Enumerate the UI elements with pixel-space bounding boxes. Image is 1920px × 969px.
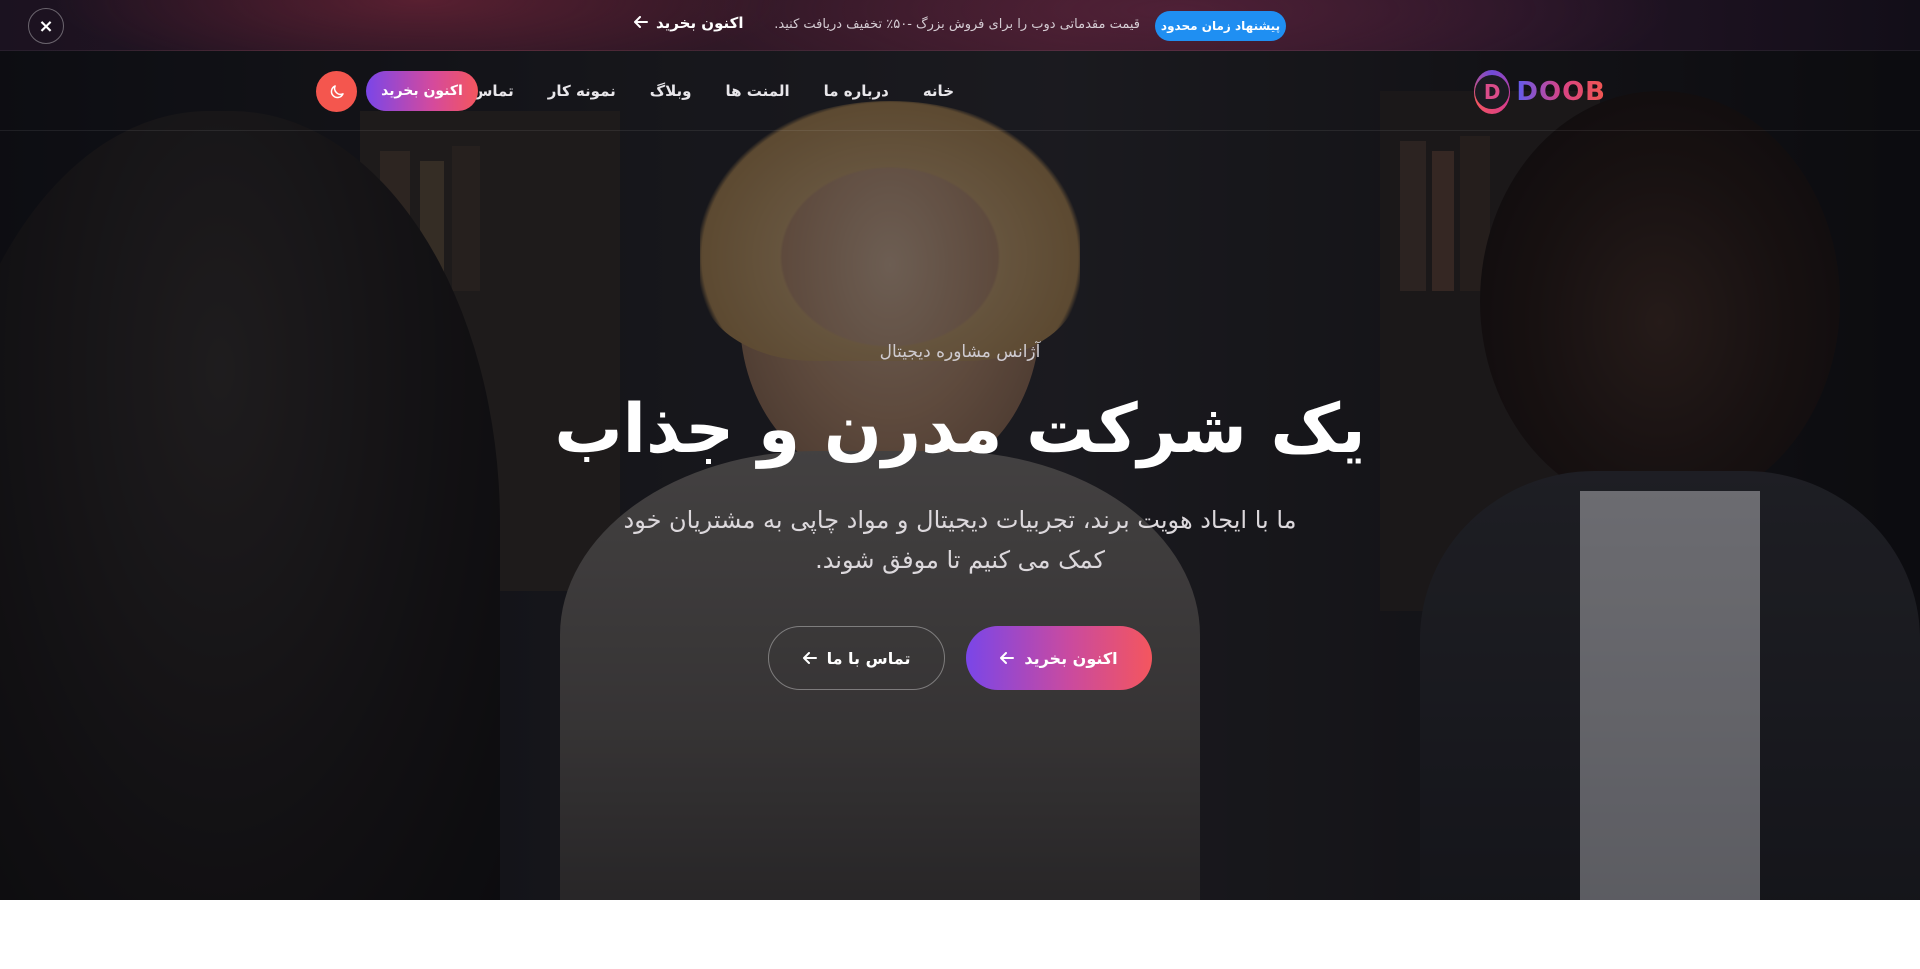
nav-item-blog[interactable]: وبلاگ (650, 82, 692, 100)
close-icon[interactable]: × (28, 8, 64, 44)
logo-letter: D (1475, 75, 1510, 109)
arrow-left-icon (634, 14, 648, 32)
header-buy-button[interactable]: اکنون بخرید (366, 71, 478, 111)
hero-buy-button[interactable]: اکنون بخرید (966, 626, 1152, 690)
hero-description-line2: کمک می کنیم تا موفق شوند. (815, 546, 1105, 574)
nav-item-about[interactable]: درباره ما (824, 82, 889, 100)
nav-item-portfolio[interactable]: نمونه کار (548, 82, 616, 100)
promo-bar: × پیشنهاد زمان محدود قیمت مقدماتی دوب را… (0, 0, 1920, 51)
close-glyph: × (38, 15, 54, 37)
page-section-below-hero (0, 900, 1920, 969)
promo-buy-link[interactable]: اکنون بخرید (634, 14, 744, 32)
logo-text: DOOB (1516, 77, 1606, 107)
hero-section (0, 51, 1920, 900)
hero-description: ما با ایجاد هویت برند، تجربیات دیجیتال و… (560, 500, 1360, 580)
arrow-left-icon (802, 649, 817, 668)
arrow-left-icon (1000, 649, 1015, 668)
hero-subtitle: آژانس مشاوره دیجیتال (879, 342, 1041, 362)
hero-buy-label: اکنون بخرید (1024, 648, 1118, 668)
nav-item-home[interactable]: خانه (923, 82, 954, 100)
logo[interactable]: D DOOB (1474, 69, 1606, 115)
promo-badge: پیشنهاد زمان محدود (1155, 11, 1286, 41)
hero-title: یک شرکت مدرن و جذاب (554, 390, 1366, 469)
logo-mark: D (1474, 70, 1511, 114)
hero-contact-label: تماس با ما (826, 648, 911, 668)
main-nav: خانه درباره ما المنت ها وبلاگ نمونه کار … (472, 51, 954, 131)
hero-overlay (0, 51, 1920, 900)
hero-contact-button[interactable]: تماس با ما (768, 626, 945, 690)
moon-icon[interactable] (316, 71, 357, 112)
promo-content: پیشنهاد زمان محدود قیمت مقدماتی دوب را ب… (634, 11, 1286, 41)
nav-item-elements[interactable]: المنت ها (726, 82, 790, 100)
site-header: D DOOB خانه درباره ما المنت ها وبلاگ نمو… (0, 51, 1920, 131)
promo-text: قیمت مقدماتی دوب را برای فروش بزرگ -۵۰٪ … (774, 17, 1140, 32)
promo-buy-label: اکنون بخرید (656, 14, 744, 32)
hero-description-line1: ما با ایجاد هویت برند، تجربیات دیجیتال و… (623, 506, 1297, 534)
nav-item-contact[interactable]: تماس (472, 82, 514, 100)
